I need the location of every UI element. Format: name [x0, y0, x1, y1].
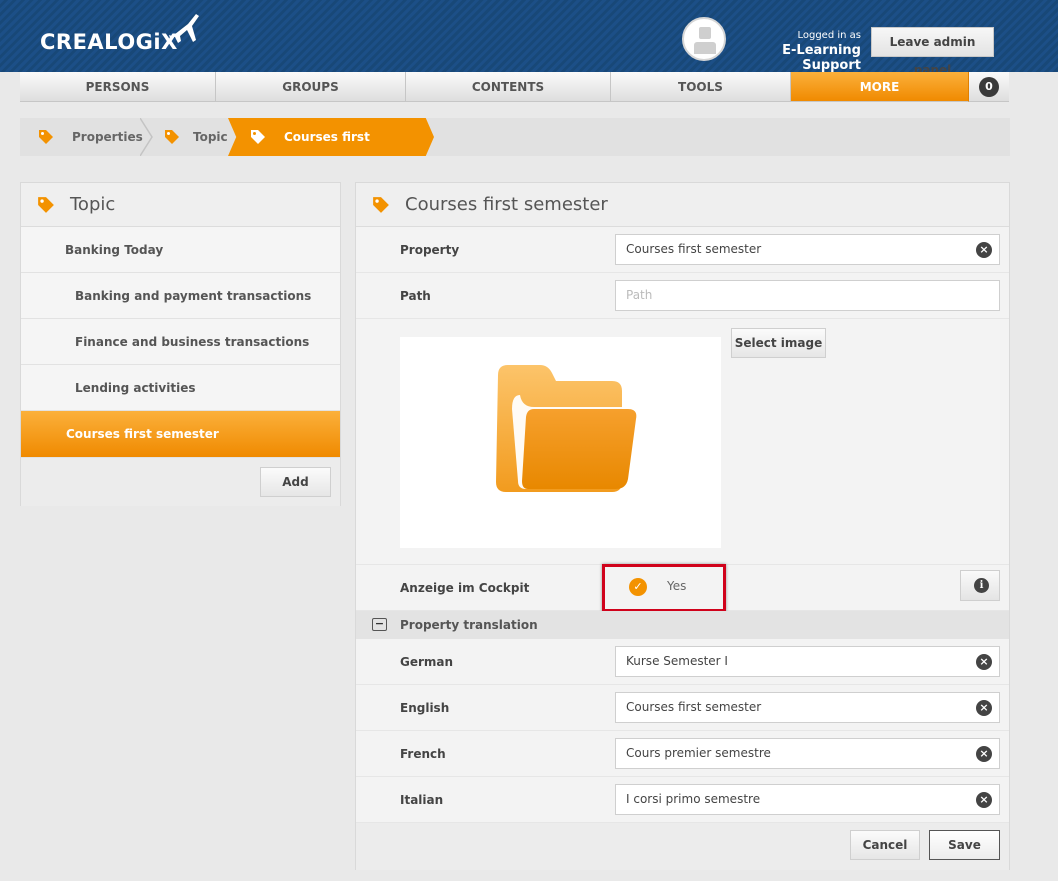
breadcrumb: Properties Topic Courses first semester [20, 118, 1010, 156]
german-label: German [400, 655, 454, 669]
form-footer: Cancel Save [356, 823, 1009, 870]
italian-input[interactable]: I corsi primo semestre × [615, 784, 1000, 815]
select-image-button[interactable]: Select image [731, 328, 826, 358]
tree-item[interactable]: Banking and payment transactions [21, 273, 340, 319]
info-button[interactable]: i [960, 570, 1000, 601]
italian-row: Italian I corsi primo semestre × [356, 777, 1009, 823]
add-button[interactable]: Add [260, 467, 331, 497]
info-icon: i [974, 578, 989, 593]
breadcrumb-label: Properties [72, 130, 143, 144]
collapse-icon[interactable]: − [372, 618, 387, 631]
english-label: English [400, 701, 450, 715]
tag-icon [39, 130, 53, 144]
tag-icon [38, 197, 54, 213]
topic-panel: Topic Banking Today Banking and payment … [20, 182, 341, 506]
path-input[interactable]: Path [615, 280, 1000, 311]
panel-header: Courses first semester [356, 183, 1009, 227]
top-header: CREALOGiX Logged in as E-Learning Suppor… [0, 0, 1058, 77]
property-label: Property [400, 243, 460, 257]
property-image [400, 337, 721, 548]
brand-logo: CREALOGiX [40, 30, 178, 54]
cockpit-checkbox-highlight[interactable]: ✓ Yes [602, 564, 726, 612]
property-input[interactable]: Courses first semester × [615, 234, 1000, 265]
panel-title: Courses first semester [405, 194, 608, 215]
tag-icon [251, 130, 265, 144]
tree-item[interactable]: Finance and business transactions [21, 319, 340, 365]
cockpit-label: Anzeige im Cockpit [400, 581, 530, 595]
path-label: Path [400, 289, 431, 303]
tree-item[interactable]: Lending activities [21, 365, 340, 411]
clear-icon[interactable]: × [976, 746, 992, 762]
french-value: Cours premier semestre [626, 746, 771, 760]
nav-groups[interactable]: GROUPS [216, 72, 406, 102]
tree-item[interactable]: Banking Today [21, 227, 340, 273]
french-label: French [400, 747, 446, 761]
breadcrumb-properties[interactable]: Properties [20, 118, 143, 156]
plane-icon [169, 14, 199, 43]
german-value: Kurse Semester I [626, 654, 728, 668]
notification-area[interactable]: 0 [969, 72, 1009, 102]
french-row: French Cours premier semestre × [356, 731, 1009, 777]
clear-icon[interactable]: × [976, 792, 992, 808]
cockpit-value: Yes [667, 579, 687, 593]
property-value: Courses first semester [626, 242, 762, 256]
translation-section-header[interactable]: − Property translation [356, 611, 1009, 639]
user-avatar[interactable] [682, 17, 726, 61]
property-row: Property Courses first semester × [356, 227, 1009, 273]
french-input[interactable]: Cours premier semestre × [615, 738, 1000, 769]
logged-in-label: Logged in as [797, 30, 861, 41]
leave-admin-panel-button[interactable]: Leave admin panel [871, 27, 994, 77]
panel-title: Topic [70, 194, 116, 215]
property-panel: Courses first semester Property Courses … [355, 182, 1010, 870]
cancel-button[interactable]: Cancel [850, 830, 920, 860]
path-row: Path Path [356, 273, 1009, 319]
nav-persons[interactable]: PERSONS [20, 72, 216, 102]
german-input[interactable]: Kurse Semester I × [615, 646, 1000, 677]
italian-label: Italian [400, 793, 444, 807]
tag-icon [373, 197, 389, 213]
nav-more[interactable]: MORE [791, 72, 969, 102]
check-icon[interactable]: ✓ [629, 578, 647, 596]
folder-icon [496, 365, 637, 492]
notification-badge[interactable]: 0 [979, 77, 999, 97]
section-title: Property translation [400, 618, 538, 632]
save-button[interactable]: Save [929, 830, 1000, 860]
logged-in-user: E-Learning Support [782, 43, 861, 73]
breadcrumb-current[interactable]: Courses first semester [228, 118, 434, 156]
tag-icon [165, 130, 179, 144]
clear-icon[interactable]: × [976, 654, 992, 670]
clear-icon[interactable]: × [976, 700, 992, 716]
nav-contents[interactable]: CONTENTS [406, 72, 611, 102]
english-value: Courses first semester [626, 700, 762, 714]
nav-tools[interactable]: TOOLS [611, 72, 791, 102]
panel-footer: Add [21, 458, 340, 506]
italian-value: I corsi primo semestre [626, 792, 761, 806]
breadcrumb-label: Topic [193, 130, 228, 144]
panel-header: Topic [21, 183, 340, 227]
tree-item-selected[interactable]: Courses first semester [21, 411, 340, 458]
english-input[interactable]: Courses first semester × [615, 692, 1000, 723]
clear-icon[interactable]: × [976, 242, 992, 258]
german-row: German Kurse Semester I × [356, 639, 1009, 685]
english-row: English Courses first semester × [356, 685, 1009, 731]
